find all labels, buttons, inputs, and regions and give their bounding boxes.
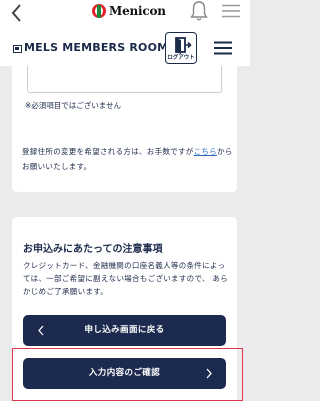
address-note-text: 登録住所の変更を希望される方は、お手数ですが — [22, 147, 194, 156]
logout-label: ログアウト — [167, 55, 195, 61]
bell-icon[interactable] — [189, 0, 209, 22]
back-to-application-button[interactable]: 申し込み画面に戻る — [23, 315, 226, 346]
address-change-link[interactable]: こちら — [194, 147, 217, 156]
logout-button[interactable]: ログアウト — [165, 32, 197, 64]
page-title: MELS MEMBERS ROOM — [24, 41, 169, 54]
address-change-note: 登録住所の変更を希望される方は、お手数ですがこちらからお願いいたします。 — [22, 144, 234, 174]
caution-title: お申込みにあたっての注意事項 — [23, 244, 163, 255]
app-top-bar: Menicon — [0, 0, 250, 30]
brand-name: Menicon — [109, 4, 166, 18]
highlight-box — [12, 348, 243, 401]
text-input[interactable] — [27, 66, 222, 93]
back-button-label: 申し込み画面に戻る — [84, 325, 165, 335]
menicon-logo-mark — [92, 4, 106, 18]
menicon-logo: Menicon — [92, 3, 166, 19]
hamburger-icon[interactable] — [214, 41, 232, 55]
caution-body: クレジットカード、金融機関の口座名義人等の条件によっては、一部ご希望に副えない場… — [23, 261, 229, 296]
chevron-left-icon[interactable] — [6, 2, 28, 24]
optional-field-note: ※必須項目ではございません — [25, 101, 122, 110]
members-room-icon — [13, 45, 22, 53]
hamburger-icon[interactable] — [222, 4, 240, 18]
